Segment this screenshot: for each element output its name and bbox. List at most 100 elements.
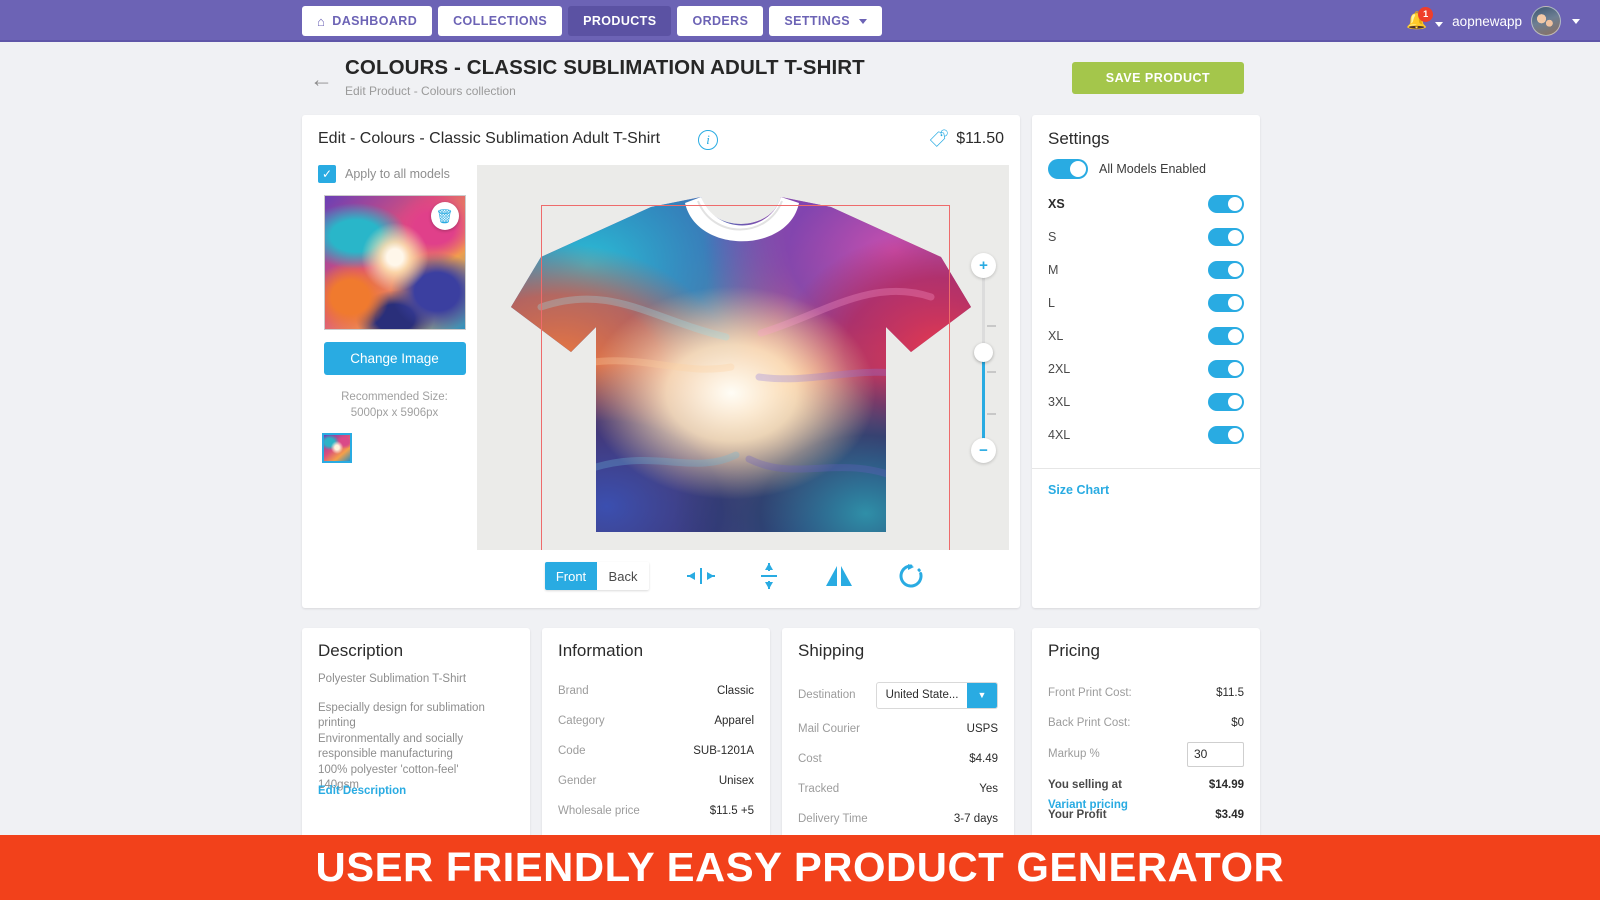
zoom-slider-handle[interactable]: [974, 343, 993, 362]
rotate-icon[interactable]: [889, 559, 933, 593]
center-vertical-icon[interactable]: [747, 559, 791, 593]
nav-label: ORDERS: [692, 14, 749, 28]
info-row-code: Code SUB-1201A: [558, 736, 754, 766]
back-button[interactable]: Back: [597, 562, 649, 590]
save-product-button[interactable]: SAVE PRODUCT: [1072, 62, 1244, 94]
size-row-m: M: [1048, 253, 1244, 286]
row-value: $11.5 +5: [709, 805, 754, 817]
variant-pricing-link[interactable]: Variant pricing: [1048, 799, 1128, 811]
shipping-row-tracked: Tracked Yes: [798, 774, 998, 804]
size-label: L: [1048, 295, 1055, 310]
description-card: Description Polyester Sublimation T-Shir…: [302, 628, 530, 838]
size-row-s: S: [1048, 220, 1244, 253]
apply-to-all-models-checkbox[interactable]: ✓: [318, 165, 336, 183]
info-icon[interactable]: i: [698, 130, 718, 150]
info-row-category: Category Apparel: [558, 706, 754, 736]
back-arrow-icon[interactable]: ←: [310, 68, 333, 91]
zoom-out-button[interactable]: −: [971, 438, 996, 463]
thumbnail-item[interactable]: [322, 433, 352, 463]
size-toggle-l[interactable]: [1208, 293, 1244, 312]
divider: [1032, 468, 1260, 469]
image-panel: 🗑 Change Image Recommended Size: 5000px …: [312, 195, 477, 463]
notifications-button[interactable]: 🔔 1: [1406, 7, 1434, 33]
zoom-in-button[interactable]: +: [971, 253, 996, 278]
toggle-knob: [1228, 394, 1242, 409]
uploaded-image-preview[interactable]: 🗑: [323, 195, 466, 330]
recommended-size-label: Recommended Size:: [341, 391, 448, 403]
size-chart-link[interactable]: Size Chart: [1048, 483, 1109, 497]
row-value: 3-7 days: [953, 813, 998, 825]
home-icon: ⌂: [317, 13, 326, 29]
row-key: Delivery Time: [798, 813, 868, 825]
shirt-preview-stage[interactable]: + −: [477, 165, 1009, 550]
zoom-slider-tick: [987, 371, 996, 373]
row-value: $14.99: [1208, 779, 1244, 791]
row-key: Front Print Cost:: [1048, 687, 1132, 699]
nav-item-collections[interactable]: COLLECTIONS: [438, 6, 563, 36]
row-value: $11.5: [1216, 687, 1244, 699]
app-root: ⌂ DASHBOARD COLLECTIONS PRODUCTS ORDERS …: [0, 0, 1600, 900]
size-toggle-xl[interactable]: [1208, 326, 1244, 345]
zoom-slider-tick: [987, 413, 996, 415]
nav-label: DASHBOARD: [332, 14, 418, 28]
size-toggle-3xl[interactable]: [1208, 392, 1244, 411]
shipping-rows: Destination United State... ▼ Mail Couri…: [798, 676, 998, 834]
size-toggle-2xl[interactable]: [1208, 359, 1244, 378]
front-button[interactable]: Front: [545, 562, 597, 590]
row-value: USPS: [966, 723, 998, 735]
center-horizontal-icon[interactable]: [679, 559, 723, 593]
row-key: Gender: [558, 775, 597, 787]
pricing-row-back-print-cost: Back Print Cost: $0: [1048, 708, 1244, 738]
row-key: Cost: [798, 753, 822, 765]
size-row-xs: XS: [1048, 187, 1244, 220]
nav-item-orders[interactable]: ORDERS: [677, 6, 764, 36]
info-row-wholesale-price: Wholesale price $11.5 +5: [558, 796, 754, 826]
toggle-knob: [1070, 161, 1086, 177]
user-menu-chevron-down-icon[interactable]: [1572, 18, 1580, 24]
size-row-4xl: 4XL: [1048, 418, 1244, 451]
user-area: 🔔 1 aopnewapp: [1406, 0, 1580, 42]
toggle-knob: [1228, 295, 1242, 310]
destination-value: United State...: [885, 689, 959, 701]
delete-image-icon[interactable]: 🗑: [430, 202, 459, 230]
pricing-title: Pricing: [1048, 641, 1100, 660]
edit-description-link[interactable]: Edit Description: [318, 785, 406, 797]
size-toggle-xs[interactable]: [1208, 194, 1244, 213]
information-title: Information: [558, 641, 644, 660]
pricing-row-front-print-cost: Front Print Cost: $11.5: [1048, 678, 1244, 708]
row-value: SUB-1201A: [693, 745, 754, 757]
page-subtitle: Edit Product - Colours collection: [345, 84, 516, 98]
zoom-slider[interactable]: + −: [971, 253, 997, 463]
avatar[interactable]: [1531, 6, 1561, 36]
info-row-brand: Brand Classic: [558, 676, 754, 706]
row-key: Wholesale price: [558, 805, 640, 817]
markup-input[interactable]: [1187, 741, 1244, 767]
chevron-down-icon[interactable]: [1435, 22, 1444, 27]
information-rows: Brand Classic Category Apparel Code SUB-…: [558, 676, 754, 826]
chevron-down-icon: ▼: [967, 682, 997, 708]
nav-label: PRODUCTS: [583, 14, 657, 28]
page-title: COLOURS - CLASSIC SUBLIMATION ADULT T-SH…: [345, 56, 865, 79]
toggle-knob: [1228, 196, 1242, 211]
mirror-flip-icon[interactable]: [817, 559, 861, 593]
row-key: Code: [558, 745, 586, 757]
zoom-slider-tick: [987, 325, 996, 327]
nav-item-dashboard[interactable]: ⌂ DASHBOARD: [302, 6, 433, 36]
size-toggle-list: XS S M L XL 2XL 3XL 4XL: [1048, 187, 1244, 451]
row-value: Unisex: [718, 775, 754, 787]
pricing-row-selling-at: You selling at $14.99: [1048, 770, 1244, 800]
settings-card: Settings All Models Enabled XS S M L XL …: [1032, 115, 1260, 608]
size-toggle-s[interactable]: [1208, 227, 1244, 246]
destination-select[interactable]: United State... ▼: [876, 681, 998, 709]
all-models-toggle[interactable]: [1048, 159, 1088, 179]
description-line1: Polyester Sublimation T-Shirt: [318, 673, 467, 685]
size-toggle-m[interactable]: [1208, 260, 1244, 279]
size-label: XL: [1048, 328, 1064, 343]
size-toggle-4xl[interactable]: [1208, 425, 1244, 444]
nav-item-settings[interactable]: SETTINGS: [769, 6, 883, 36]
nav-item-products[interactable]: PRODUCTS: [568, 6, 672, 36]
change-image-button[interactable]: Change Image: [323, 342, 466, 375]
size-label: 4XL: [1048, 427, 1071, 442]
size-label: 2XL: [1048, 361, 1071, 376]
information-card: Information Brand Classic Category Appar…: [542, 628, 770, 838]
